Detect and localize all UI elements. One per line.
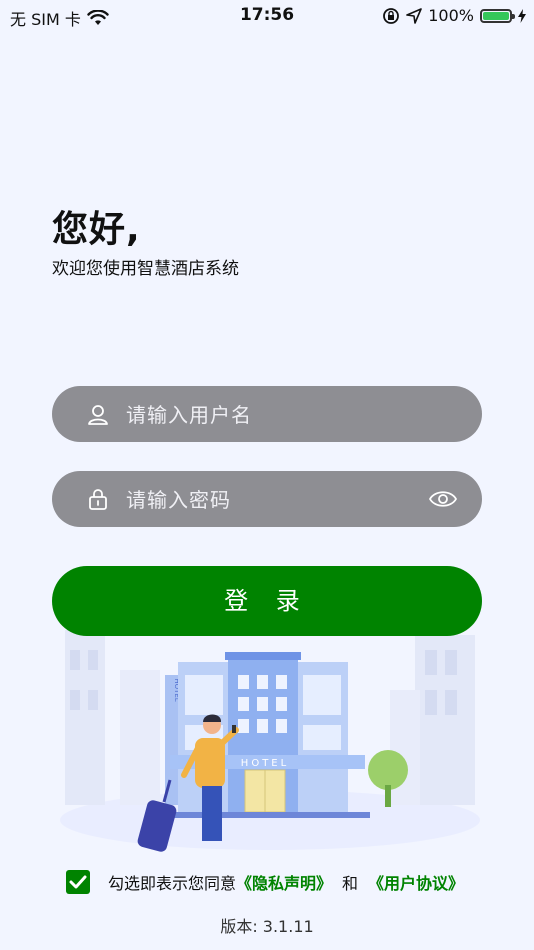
- version-label: 版本: 3.1.11: [220, 917, 314, 936]
- agreement-and: 和: [342, 874, 359, 893]
- agreement-row: 勾选即表示您同意 《隐私声明》 和 《用户协议》: [66, 870, 464, 894]
- hotel-sign: HOTEL: [241, 758, 289, 769]
- username-field[interactable]: [52, 386, 482, 444]
- greeting-subtitle: 欢迎您使用智慧酒店系统: [52, 259, 239, 279]
- agreement-prefix: 勾选即表示您同意: [108, 874, 237, 893]
- user-icon: [88, 405, 108, 425]
- user-agreement-link[interactable]: 《用户协议》: [368, 870, 464, 894]
- battery-percent: 100%: [428, 6, 474, 25]
- status-bar: 无 SIM 卡 17:56 100%: [0, 0, 534, 32]
- charging-bolt-icon: [518, 8, 526, 23]
- login-button[interactable]: 登 录: [52, 566, 482, 636]
- agreement-checkbox[interactable]: [66, 870, 90, 894]
- status-right: 100%: [382, 6, 526, 25]
- hotel-illustration: HOTEL HOTEL: [60, 630, 480, 852]
- privacy-policy-link[interactable]: 《隐私声明》: [236, 870, 332, 894]
- password-field[interactable]: [52, 471, 482, 529]
- username-input[interactable]: [124, 386, 428, 444]
- checkmark-icon: [69, 875, 87, 889]
- orientation-lock-icon: [383, 7, 400, 24]
- greeting-title: 您好,: [52, 209, 141, 250]
- eye-icon[interactable]: [428, 485, 458, 513]
- location-arrow-icon: [406, 7, 423, 24]
- password-input[interactable]: [124, 471, 428, 529]
- battery-icon: [480, 8, 515, 23]
- lock-icon: [89, 489, 107, 510]
